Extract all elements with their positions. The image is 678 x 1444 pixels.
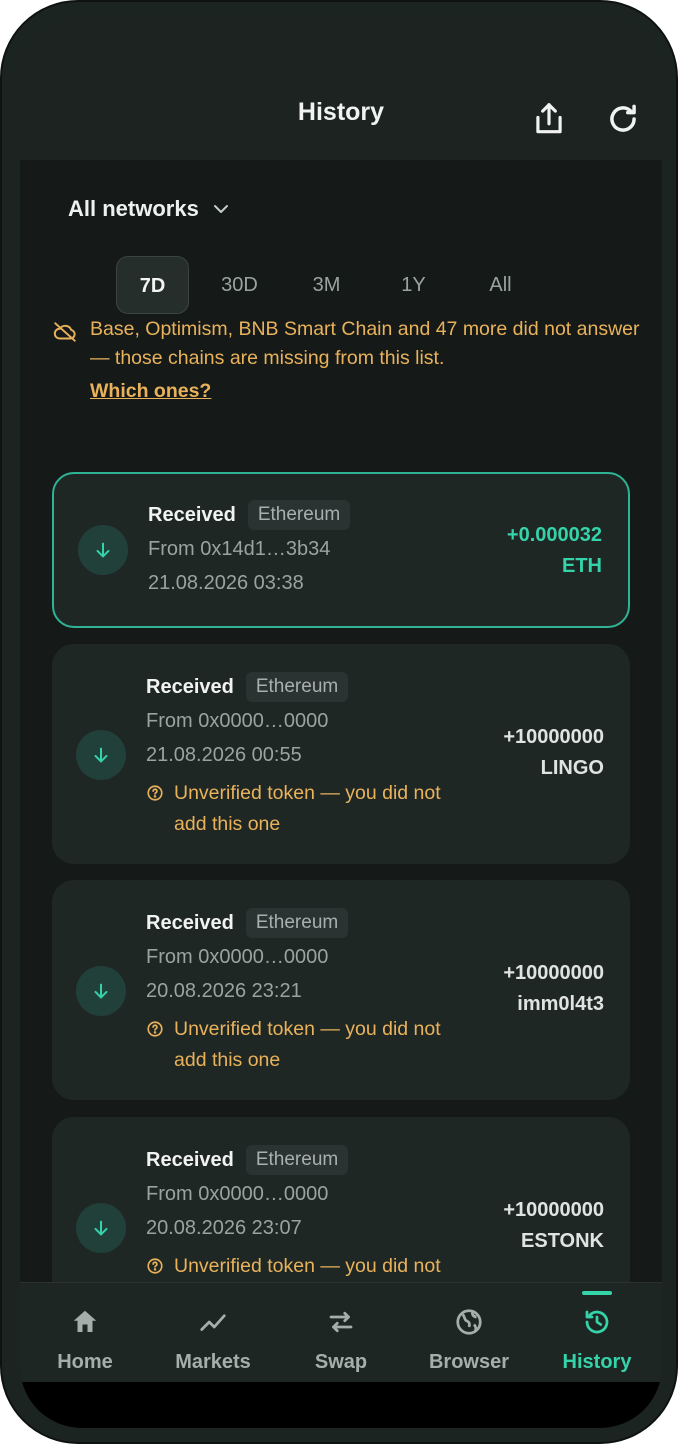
transaction-date: 21.08.2026 03:38 bbox=[148, 572, 304, 594]
tab-label: Swap bbox=[314, 1351, 368, 1373]
transaction-card[interactable]: Received Ethereum From 0x0000…0000 20.08… bbox=[52, 880, 630, 1100]
amount-token: ETH bbox=[562, 555, 602, 577]
amount-value: +0.000032 bbox=[506, 524, 602, 546]
tab-label: History bbox=[562, 1351, 632, 1373]
transaction-from: From 0x0000…0000 bbox=[146, 1183, 329, 1205]
transaction-amount: +0.000032 ETH bbox=[507, 520, 602, 582]
transaction-type: Received bbox=[148, 503, 236, 526]
network-selector-label: All networks bbox=[68, 196, 199, 221]
history-icon bbox=[585, 1310, 609, 1334]
network-chip: Ethereum bbox=[245, 1145, 349, 1175]
phone-frame: History All networks 7D 30D 3M 1Y All Ba… bbox=[0, 0, 678, 1444]
home-indicator-area bbox=[20, 1382, 662, 1428]
transaction-amount: +10000000 ESTONK bbox=[503, 1195, 604, 1257]
active-tab-indicator bbox=[582, 1291, 612, 1295]
unverified-token-text: Unverified token — you did not add this … bbox=[174, 1018, 441, 1071]
amount-value: +10000000 bbox=[503, 1199, 604, 1221]
chevron-down-icon bbox=[213, 205, 228, 213]
tab-label: Markets bbox=[175, 1351, 251, 1373]
network-chip: Ethereum bbox=[247, 500, 351, 530]
transaction-card[interactable]: Received Ethereum From 0x0000…0000 20.08… bbox=[52, 1117, 630, 1282]
period-7d[interactable]: 7D bbox=[116, 256, 189, 314]
amount-token: ESTONK bbox=[521, 1230, 604, 1252]
tab-swap[interactable]: Swap bbox=[277, 1283, 405, 1383]
transaction-date: 20.08.2026 23:07 bbox=[146, 1217, 302, 1239]
period-all[interactable]: All bbox=[464, 256, 537, 314]
screen: History All networks 7D 30D 3M 1Y All Ba… bbox=[20, 20, 662, 1428]
globe-icon bbox=[456, 1309, 482, 1335]
transaction-from: From 0x0000…0000 bbox=[146, 710, 329, 732]
transaction-date: 20.08.2026 23:21 bbox=[146, 980, 302, 1002]
amount-token: imm0l4t3 bbox=[517, 993, 604, 1015]
unverified-token-warning: Unverified token — you did not add this … bbox=[146, 1014, 446, 1076]
period-3m[interactable]: 3M bbox=[290, 256, 363, 314]
transaction-card[interactable]: Received Ethereum From 0x14d1…3b34 21.08… bbox=[52, 472, 630, 628]
missing-chains-warning: Base, Optimism, BNB Smart Chain and 47 m… bbox=[52, 315, 642, 406]
share-icon[interactable] bbox=[530, 100, 568, 138]
transaction-from: From 0x14d1…3b34 bbox=[148, 538, 331, 560]
history-content: All networks 7D 30D 3M 1Y All Base, Opti… bbox=[20, 160, 662, 1282]
period-30d[interactable]: 30D bbox=[203, 256, 276, 314]
unverified-token-text: Unverified token — you did not add this … bbox=[174, 782, 441, 835]
arrow-down-icon bbox=[76, 966, 126, 1016]
which-ones-link[interactable]: Which ones? bbox=[90, 377, 642, 406]
period-1y[interactable]: 1Y bbox=[377, 256, 450, 314]
unverified-token-warning: Unverified token — you did not add this … bbox=[146, 1251, 446, 1282]
tab-label: Home bbox=[57, 1351, 113, 1373]
arrow-down-icon bbox=[78, 525, 128, 575]
transaction-card[interactable]: Received Ethereum From 0x0000…0000 21.08… bbox=[52, 644, 630, 864]
help-circle-icon bbox=[147, 1258, 163, 1274]
transaction-date: 21.08.2026 00:55 bbox=[146, 744, 302, 766]
transaction-amount: +10000000 imm0l4t3 bbox=[503, 958, 604, 1020]
tab-history[interactable]: History bbox=[533, 1283, 661, 1383]
tab-markets[interactable]: Markets bbox=[149, 1283, 277, 1383]
cloud-off-icon bbox=[53, 322, 76, 342]
network-selector[interactable]: All networks bbox=[68, 196, 233, 222]
warning-text: Base, Optimism, BNB Smart Chain and 47 m… bbox=[90, 318, 640, 369]
refresh-icon[interactable] bbox=[604, 100, 642, 138]
swap-icon bbox=[329, 1311, 353, 1333]
network-chip: Ethereum bbox=[245, 908, 349, 938]
network-chip: Ethereum bbox=[245, 672, 349, 702]
transaction-from: From 0x0000…0000 bbox=[146, 946, 329, 968]
transaction-type: Received bbox=[146, 911, 234, 934]
unverified-token-warning: Unverified token — you did not add this … bbox=[146, 778, 446, 840]
tab-label: Browser bbox=[428, 1351, 510, 1373]
bottom-tab-bar: Home Markets Swap Browser History bbox=[20, 1282, 662, 1383]
unverified-token-text: Unverified token — you did not add this … bbox=[174, 1255, 441, 1277]
amount-value: +10000000 bbox=[503, 726, 604, 748]
tab-browser[interactable]: Browser bbox=[405, 1283, 533, 1383]
transaction-amount: +10000000 LINGO bbox=[503, 722, 604, 784]
period-tabs: 7D 30D 3M 1Y All bbox=[116, 256, 551, 314]
help-circle-icon bbox=[147, 785, 163, 801]
arrow-down-icon bbox=[76, 1203, 126, 1253]
help-circle-icon bbox=[147, 1021, 163, 1037]
amount-value: +10000000 bbox=[503, 962, 604, 984]
transaction-type: Received bbox=[146, 1148, 234, 1171]
transaction-type: Received bbox=[146, 675, 234, 698]
amount-token: LINGO bbox=[540, 757, 604, 779]
chart-line-icon bbox=[200, 1314, 226, 1331]
tab-home[interactable]: Home bbox=[21, 1283, 149, 1383]
app-header: History bbox=[20, 20, 662, 160]
arrow-down-icon bbox=[76, 730, 126, 780]
home-icon bbox=[73, 1310, 97, 1332]
